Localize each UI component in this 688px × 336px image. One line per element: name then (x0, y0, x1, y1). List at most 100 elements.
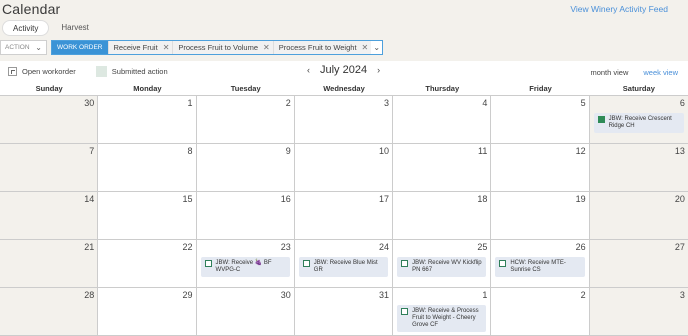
weekday-header: Sunday Monday Tuesday Wednesday Thursday… (0, 83, 688, 96)
month-view-button[interactable]: month view (590, 68, 628, 77)
calendar-week: 21 22 23 JBW: Receive 🍇 BF WVPG-C 24 JBW… (0, 240, 688, 288)
day-number: 3 (679, 290, 685, 300)
day-cell[interactable]: 7 (0, 144, 99, 191)
day-cell[interactable]: 17 (295, 192, 394, 239)
tab-activity[interactable]: Activity (2, 20, 50, 36)
action-select[interactable]: ACTION ⌄ (0, 40, 47, 55)
day-number: 16 (280, 194, 291, 204)
legend-submitted-label: Submitted action (111, 67, 168, 76)
tab-bar: Activity Harvest (0, 20, 99, 36)
day-cell[interactable]: 11 (393, 144, 492, 191)
day-cell[interactable]: 3 (589, 288, 688, 335)
week-view-button[interactable]: week view (643, 68, 678, 77)
close-icon[interactable]: ✕ (362, 43, 369, 52)
day-cell[interactable]: 3 (295, 96, 394, 143)
open-workorder-icon (204, 260, 212, 267)
top-bar: Calendar View Winery Activity Feed Activ… (0, 0, 688, 40)
prev-month-icon[interactable]: ‹ (303, 65, 314, 75)
filter-chip-receive-fruit: Receive Fruit ✕ (107, 41, 173, 54)
day-number: 22 (182, 242, 193, 252)
day-number: 4 (482, 98, 488, 108)
day-number: 29 (182, 290, 193, 300)
day-number: 3 (384, 98, 390, 108)
day-number: 31 (379, 290, 390, 300)
day-cell[interactable]: 13 (589, 144, 688, 191)
calendar-event[interactable]: JBW: Receive Crescent Ridge CH (593, 113, 684, 133)
day-cell[interactable]: 26 HCW: Receive MTE-Sunrise CS (491, 240, 590, 287)
day-number: 17 (379, 194, 390, 204)
day-cell[interactable]: 30 (197, 288, 295, 335)
next-month-icon[interactable]: › (373, 65, 384, 75)
calendar-week: 7 8 9 10 11 12 13 (0, 144, 688, 192)
submitted-action-icon (597, 116, 605, 123)
winery-activity-feed-link[interactable]: View Winery Activity Feed (570, 4, 668, 14)
calendar-event[interactable]: JBW: Receive 🍇 BF WVPG-C (200, 257, 290, 277)
weekday-label: Sunday (35, 84, 63, 93)
weekday-label: Wednesday (323, 84, 365, 93)
day-number: 14 (84, 194, 95, 204)
filter-chip-group[interactable]: WORK ORDER Receive Fruit ✕ Process Fruit… (51, 40, 384, 55)
chevron-down-icon[interactable]: ⌄ (371, 41, 382, 54)
day-number: 21 (84, 242, 95, 252)
day-cell[interactable]: 27 (589, 240, 688, 287)
day-cell[interactable]: 4 (393, 96, 492, 143)
weekday-label: Friday (529, 84, 552, 93)
day-cell[interactable]: 12 (491, 144, 590, 191)
submitted-action-swatch (95, 66, 107, 77)
event-title: JBW: Receive Blue Mist GR (313, 260, 378, 273)
close-icon[interactable]: ✕ (163, 43, 170, 52)
day-cell[interactable]: 14 (0, 192, 99, 239)
calendar-event[interactable]: JBW: Receive Blue Mist GR (298, 257, 389, 277)
day-number: 19 (575, 194, 586, 204)
day-cell[interactable]: 30 (0, 96, 99, 143)
day-cell[interactable]: 1 (98, 96, 197, 143)
legend: Open workorder Submitted action (8, 66, 168, 77)
day-cell[interactable]: 24 JBW: Receive Blue Mist GR (295, 240, 394, 287)
day-cell[interactable]: 5 (491, 96, 590, 143)
close-icon[interactable]: ✕ (263, 43, 270, 52)
day-cell[interactable]: 8 (98, 144, 197, 191)
day-cell[interactable]: 9 (197, 144, 295, 191)
day-number: 9 (285, 146, 291, 156)
day-number: 1 (482, 290, 488, 300)
open-workorder-icon (499, 260, 507, 267)
event-title: JBW: Receive WV Kickflip PN 667 (412, 260, 482, 273)
day-cell[interactable]: 25 JBW: Receive WV Kickflip PN 667 (393, 240, 492, 287)
day-cell[interactable]: 1 JBW: Receive & Process Fruit to Weight… (393, 288, 492, 335)
day-cell[interactable]: 29 (98, 288, 197, 335)
weekday-label: Thursday (425, 84, 460, 93)
filter-chip-label: Receive Fruit (113, 43, 158, 52)
day-number: 2 (285, 98, 291, 108)
day-cell[interactable]: 2 (197, 96, 295, 143)
calendar-event[interactable]: JBW: Receive WV Kickflip PN 667 (397, 257, 487, 277)
calendar-event[interactable]: JBW: Receive & Process Fruit to Weight -… (397, 305, 487, 332)
day-cell[interactable]: 28 (0, 288, 99, 335)
tab-harvest[interactable]: Harvest (51, 20, 99, 36)
day-cell[interactable]: 16 (197, 192, 295, 239)
day-cell[interactable]: 22 (98, 240, 197, 287)
work-order-chip[interactable]: WORK ORDER (52, 41, 108, 54)
day-cell[interactable]: 2 (491, 288, 590, 335)
day-number: 8 (187, 146, 193, 156)
day-number: 27 (674, 242, 685, 252)
day-cell[interactable]: 10 (295, 144, 394, 191)
page-title: Calendar (2, 1, 61, 17)
day-cell[interactable]: 6 JBW: Receive Crescent Ridge CH (589, 96, 688, 143)
calendar-panel: Open workorder Submitted action ‹ July 2… (0, 61, 688, 336)
filter-bar: ACTION ⌄ WORK ORDER Receive Fruit ✕ Proc… (0, 40, 384, 56)
day-cell[interactable]: 21 (0, 240, 99, 287)
day-cell[interactable]: 20 (589, 192, 688, 239)
filter-chip-process-fruit-volume: Process Fruit to Volume ✕ (172, 41, 273, 54)
day-number: 23 (280, 242, 291, 252)
calendar-event[interactable]: HCW: Receive MTE-Sunrise CS (495, 257, 585, 277)
day-cell[interactable]: 31 (295, 288, 394, 335)
day-number: 24 (379, 242, 390, 252)
day-cell[interactable]: 19 (491, 192, 590, 239)
day-number: 10 (379, 146, 390, 156)
day-cell[interactable]: 23 JBW: Receive 🍇 BF WVPG-C (197, 240, 295, 287)
day-number: 18 (477, 194, 488, 204)
day-cell[interactable]: 18 (393, 192, 492, 239)
action-select-label: ACTION (5, 44, 30, 51)
day-number: 25 (477, 242, 488, 252)
day-cell[interactable]: 15 (98, 192, 197, 239)
